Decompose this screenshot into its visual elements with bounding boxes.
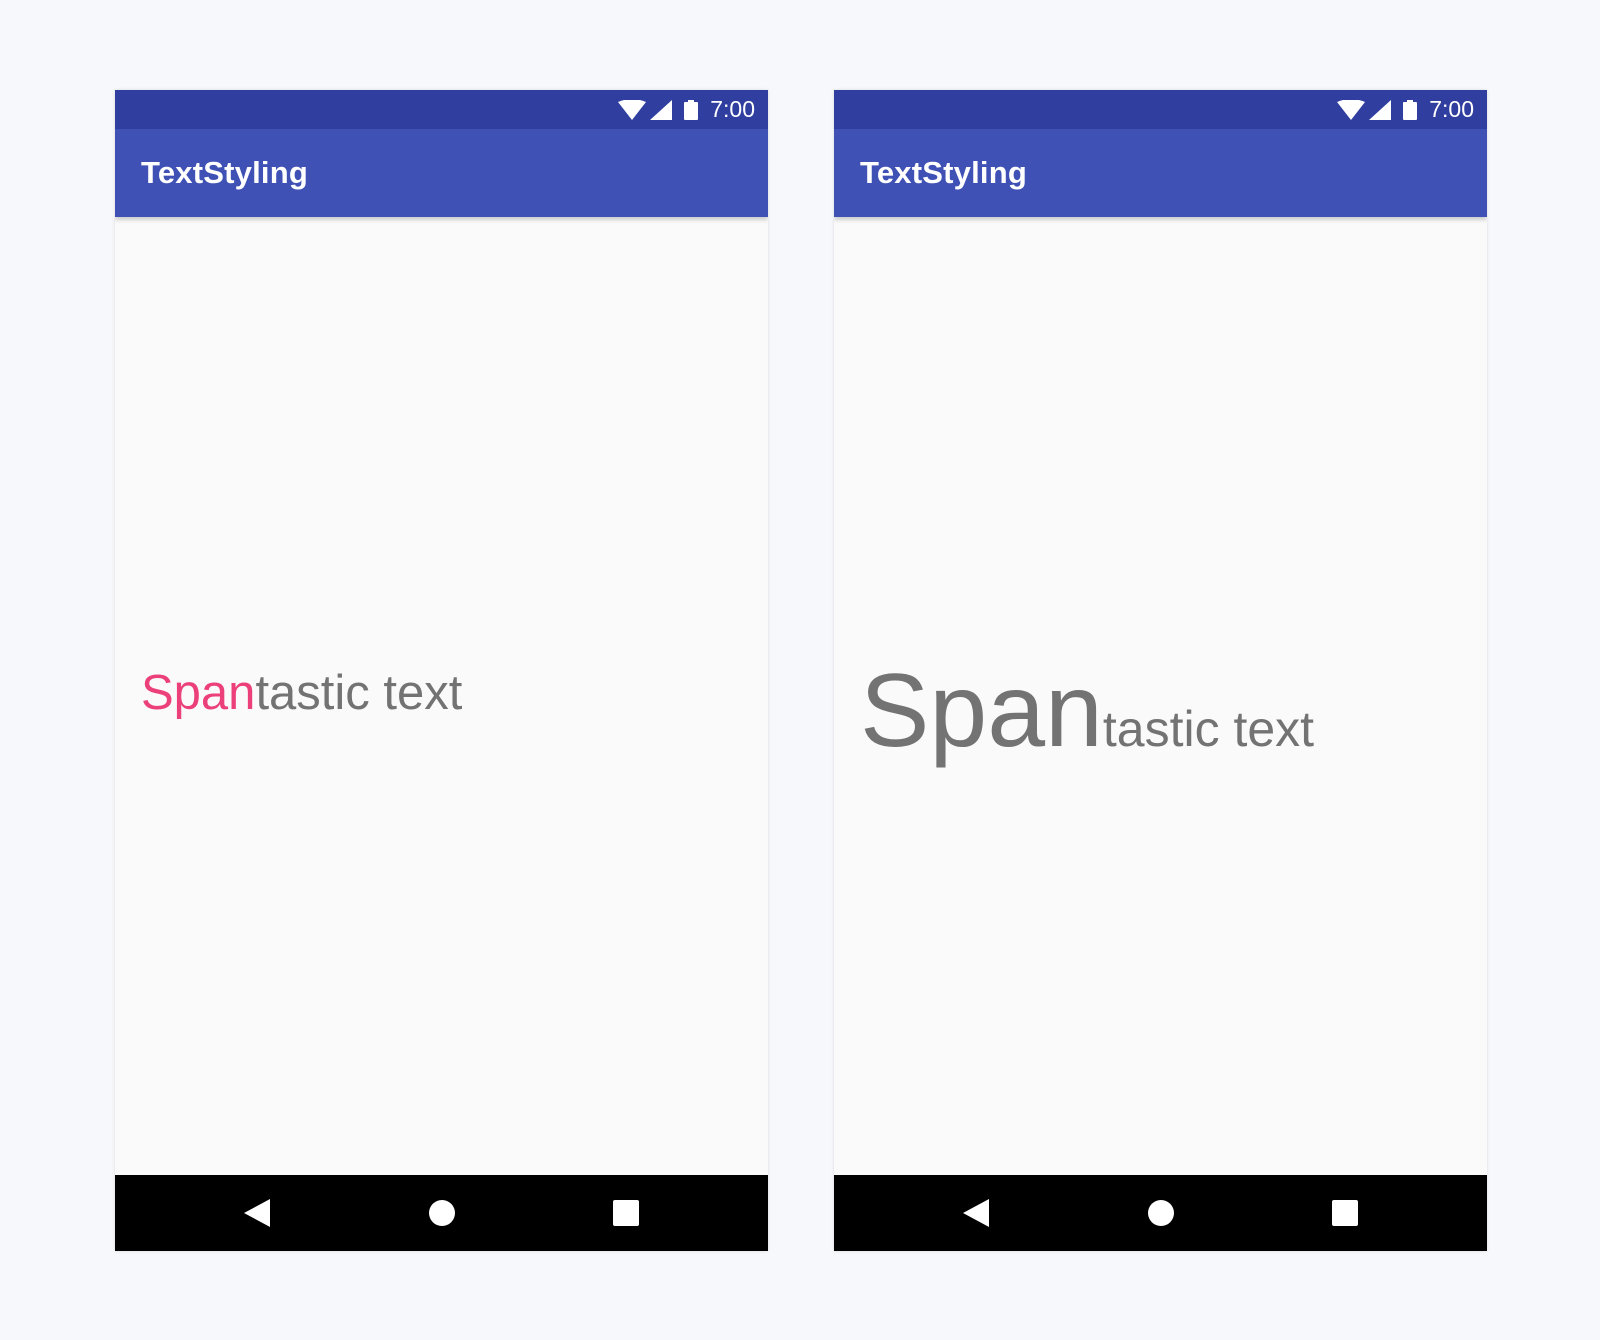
recents-icon[interactable]: [1332, 1200, 1358, 1226]
navigation-bar: [115, 1175, 768, 1251]
plain-text: tastic text: [1102, 701, 1315, 757]
phone-screen-left: 7:00 TextStyling Spantastic text: [115, 90, 768, 1251]
navigation-bar: [834, 1175, 1487, 1251]
signal-icon: [650, 99, 673, 120]
content-area: Spantastic text: [834, 217, 1487, 1175]
wifi-icon: [618, 99, 647, 120]
signal-icon: [1369, 99, 1392, 120]
status-time: 7:00: [710, 96, 755, 122]
spantastic-text: Spantastic text: [141, 665, 462, 721]
home-icon[interactable]: [428, 1199, 456, 1227]
status-icons: [618, 99, 710, 120]
recents-icon[interactable]: [613, 1200, 639, 1226]
back-icon[interactable]: [244, 1199, 270, 1227]
status-icons: [1337, 99, 1429, 120]
app-title: TextStyling: [141, 155, 308, 190]
app-bar: TextStyling: [115, 129, 768, 217]
app-title: TextStyling: [860, 155, 1027, 190]
battery-icon: [1403, 99, 1418, 120]
home-icon[interactable]: [1147, 1199, 1175, 1227]
plain-text: tastic text: [255, 666, 463, 720]
status-bar: 7:00: [834, 90, 1487, 129]
span-styled-text: Span: [860, 653, 1103, 769]
content-area: Spantastic text: [115, 217, 768, 1175]
app-bar: TextStyling: [834, 129, 1487, 217]
spantastic-text: Spantastic text: [860, 652, 1314, 771]
wifi-icon: [1337, 99, 1366, 120]
status-time: 7:00: [1429, 96, 1474, 122]
battery-icon: [684, 99, 699, 120]
status-bar: 7:00: [115, 90, 768, 129]
back-icon[interactable]: [963, 1199, 989, 1227]
span-styled-text: Span: [141, 666, 256, 720]
phone-screen-right: 7:00 TextStyling Spantastic text: [834, 90, 1487, 1251]
